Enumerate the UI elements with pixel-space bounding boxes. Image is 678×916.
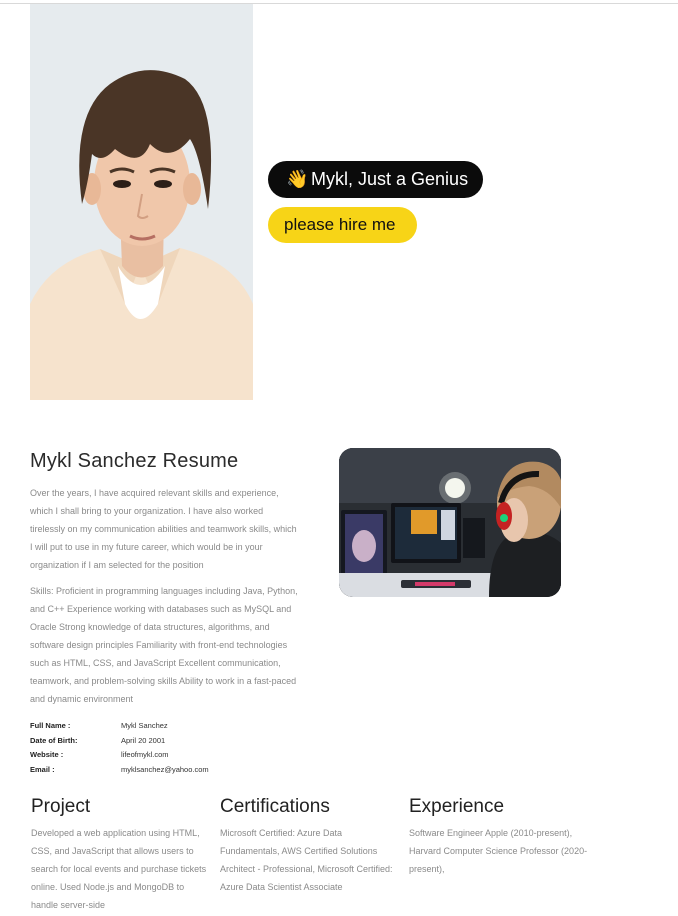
resume-intro: Over the years, I have acquired relevant… (30, 488, 297, 570)
info-value: April 20 2001 (121, 735, 166, 745)
greeting-label: Mykl, Just a Genius (311, 169, 469, 189)
info-row-email: Email : myklsanchez@yahoo.com (30, 763, 330, 778)
info-row-full-name: Full Name : Mykl Sanchez (30, 719, 330, 734)
resume-title: Mykl Sanchez Resume (30, 450, 239, 472)
greeting-badge: 👋 Mykl, Just a Genius (268, 161, 483, 198)
email-link[interactable]: myklsanchez@yahoo.com (121, 763, 209, 778)
resume-skills: Skills: Proficient in programming langua… (30, 586, 298, 704)
hire-me-button[interactable]: please hire me (268, 207, 417, 243)
personal-info: Full Name : Mykl Sanchez Date of Birth: … (30, 719, 330, 777)
certifications-heading: Certifications (220, 796, 330, 817)
experience-text: Software Engineer Apple (2010-present), … (409, 828, 588, 874)
certifications-section: Certifications Microsoft Certified: Azur… (220, 796, 400, 896)
info-value: Mykl Sanchez (121, 721, 168, 730)
portrait-photo (30, 4, 253, 400)
website-link[interactable]: lifeofmykl.com (121, 748, 169, 763)
certifications-text: Microsoft Certified: Azure Data Fundamen… (220, 828, 393, 892)
project-section: Project Developed a web application usin… (31, 796, 211, 914)
experience-section: Experience Software Engineer Apple (2010… (409, 796, 599, 878)
experience-heading: Experience (409, 796, 505, 817)
waving-hand-icon: 👋 (286, 169, 309, 189)
project-text: Developed a web application using HTML, … (31, 828, 207, 910)
info-label: Website : (30, 750, 64, 759)
info-label: Full Name : (30, 721, 71, 730)
info-row-date-of-birth: Date of Birth: April 20 2001 (30, 734, 330, 749)
hire-me-label: please hire me (284, 215, 396, 234)
info-row-website: Website : lifeofmykl.com (30, 748, 330, 763)
gaming-setup-photo (339, 448, 561, 597)
info-label: Email : (30, 764, 55, 774)
project-heading: Project (31, 796, 91, 817)
info-label: Date of Birth: (30, 735, 78, 745)
